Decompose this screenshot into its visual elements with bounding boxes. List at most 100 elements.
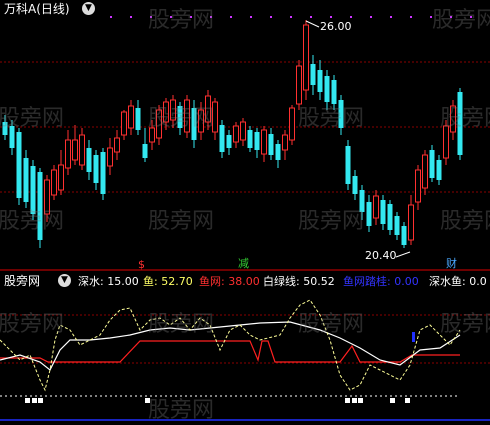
candle-body (366, 202, 372, 226)
candle-body (177, 106, 183, 128)
marker-dot (290, 16, 292, 18)
candle-body (170, 99, 176, 121)
candle-body (457, 92, 463, 155)
legend-fishnet: 鱼网: 38.00 (199, 275, 260, 288)
candle-body (184, 99, 190, 133)
candle-body (422, 154, 428, 189)
candle-body (16, 132, 22, 198)
candle-body (9, 126, 15, 148)
candle-body (324, 76, 330, 102)
candle-body (436, 160, 442, 180)
candle-body (198, 109, 204, 133)
candle-body (2, 122, 8, 135)
deep-water-marker (345, 398, 350, 403)
marker-dot (470, 16, 472, 18)
candle-body (37, 172, 43, 240)
candle-body (401, 226, 407, 245)
marker-dot (410, 16, 412, 18)
stock-chart-window[interactable]: 股旁网 股旁网 股旁网 股旁网 股旁网 股旁网 股旁网 股旁网 股旁网 股旁网 … (0, 0, 490, 425)
candle-body (44, 179, 50, 215)
candle-body (212, 101, 218, 133)
marker-dot (450, 16, 452, 18)
signal-mark-dollar: $ (138, 258, 145, 271)
high-price-label: 26.00 (320, 20, 352, 33)
deep-water-marker (25, 398, 30, 403)
marker-dot (270, 16, 272, 18)
deep-water-marker (352, 398, 357, 403)
candle-body (387, 204, 393, 230)
upper-chart-title: 万科A(日线) (4, 2, 70, 16)
candle-body (394, 216, 400, 235)
chart-canvas[interactable] (0, 0, 490, 425)
candle-body (359, 190, 365, 212)
deep-water-marker (38, 398, 43, 403)
marker-dot (230, 16, 232, 18)
candle-body (142, 144, 148, 158)
candle-body (226, 135, 232, 148)
candle-body (219, 125, 225, 152)
candle-body (72, 139, 78, 161)
candle-body (380, 200, 386, 224)
candle-body (233, 125, 239, 143)
marker-dot (250, 16, 252, 18)
candle-body (338, 100, 344, 128)
candle-body (163, 101, 169, 123)
candle-body (289, 107, 295, 141)
marker-dot (330, 16, 332, 18)
candle-body (30, 166, 36, 214)
signal-mark-wealth: 财 (446, 257, 457, 270)
candle-body (93, 155, 99, 183)
deep-water-marker (32, 398, 37, 403)
candle-body (331, 80, 337, 104)
candle-body (205, 95, 211, 123)
signal-mark-reduce: 减 (238, 257, 249, 270)
marker-dot (150, 16, 152, 18)
legend-deep-water-fish: 深水鱼: 0.0 (429, 275, 487, 288)
candle-body (310, 64, 316, 85)
candle-body (268, 134, 274, 155)
low-price-label: 20.40 (365, 249, 397, 262)
marker-dot (310, 16, 312, 18)
candle-body (275, 144, 281, 160)
candle-body (317, 70, 323, 92)
candle-body (65, 139, 71, 169)
candle-body (149, 127, 155, 143)
marker-dot (130, 16, 132, 18)
candle-body (429, 150, 435, 178)
candle-body (345, 146, 351, 184)
candle-body (240, 121, 246, 141)
legend-fish: 鱼: 52.70 (143, 275, 193, 288)
candle-body (443, 125, 449, 159)
indicator-title: 股旁网 (4, 274, 41, 288)
candle-body (86, 148, 92, 172)
candle-body (135, 108, 141, 130)
marker-dot (350, 16, 352, 18)
candle-body (107, 147, 113, 167)
candle-body (247, 130, 253, 148)
candle-body (261, 129, 267, 155)
deep-water-marker (145, 398, 150, 403)
candle-body (51, 169, 57, 196)
legend-deep-water: 深水: 15.00 (78, 275, 139, 288)
low-arrow (395, 251, 411, 258)
marker-dot (210, 16, 212, 18)
candle-body (303, 24, 309, 91)
marker-dot (110, 16, 112, 18)
candle-body (100, 152, 106, 194)
candle-body (415, 169, 421, 203)
deep-water-marker (358, 398, 363, 403)
candle-body (156, 109, 162, 139)
marker-dot (430, 16, 432, 18)
candle-body (128, 105, 134, 129)
candle-body (408, 204, 414, 241)
candle-body (58, 164, 64, 191)
marker-dot (370, 16, 372, 18)
deep-water-marker (405, 398, 410, 403)
candle-body (296, 65, 302, 105)
fishnet-line (0, 340, 460, 363)
legend-white-green-line: 白绿线: 50.52 (263, 275, 335, 288)
chevron-down-icon[interactable]: ▼ (58, 274, 71, 287)
chevron-down-icon[interactable]: ▼ (82, 2, 95, 15)
fishnet-track-marker (412, 332, 415, 342)
marker-dot (390, 16, 392, 18)
